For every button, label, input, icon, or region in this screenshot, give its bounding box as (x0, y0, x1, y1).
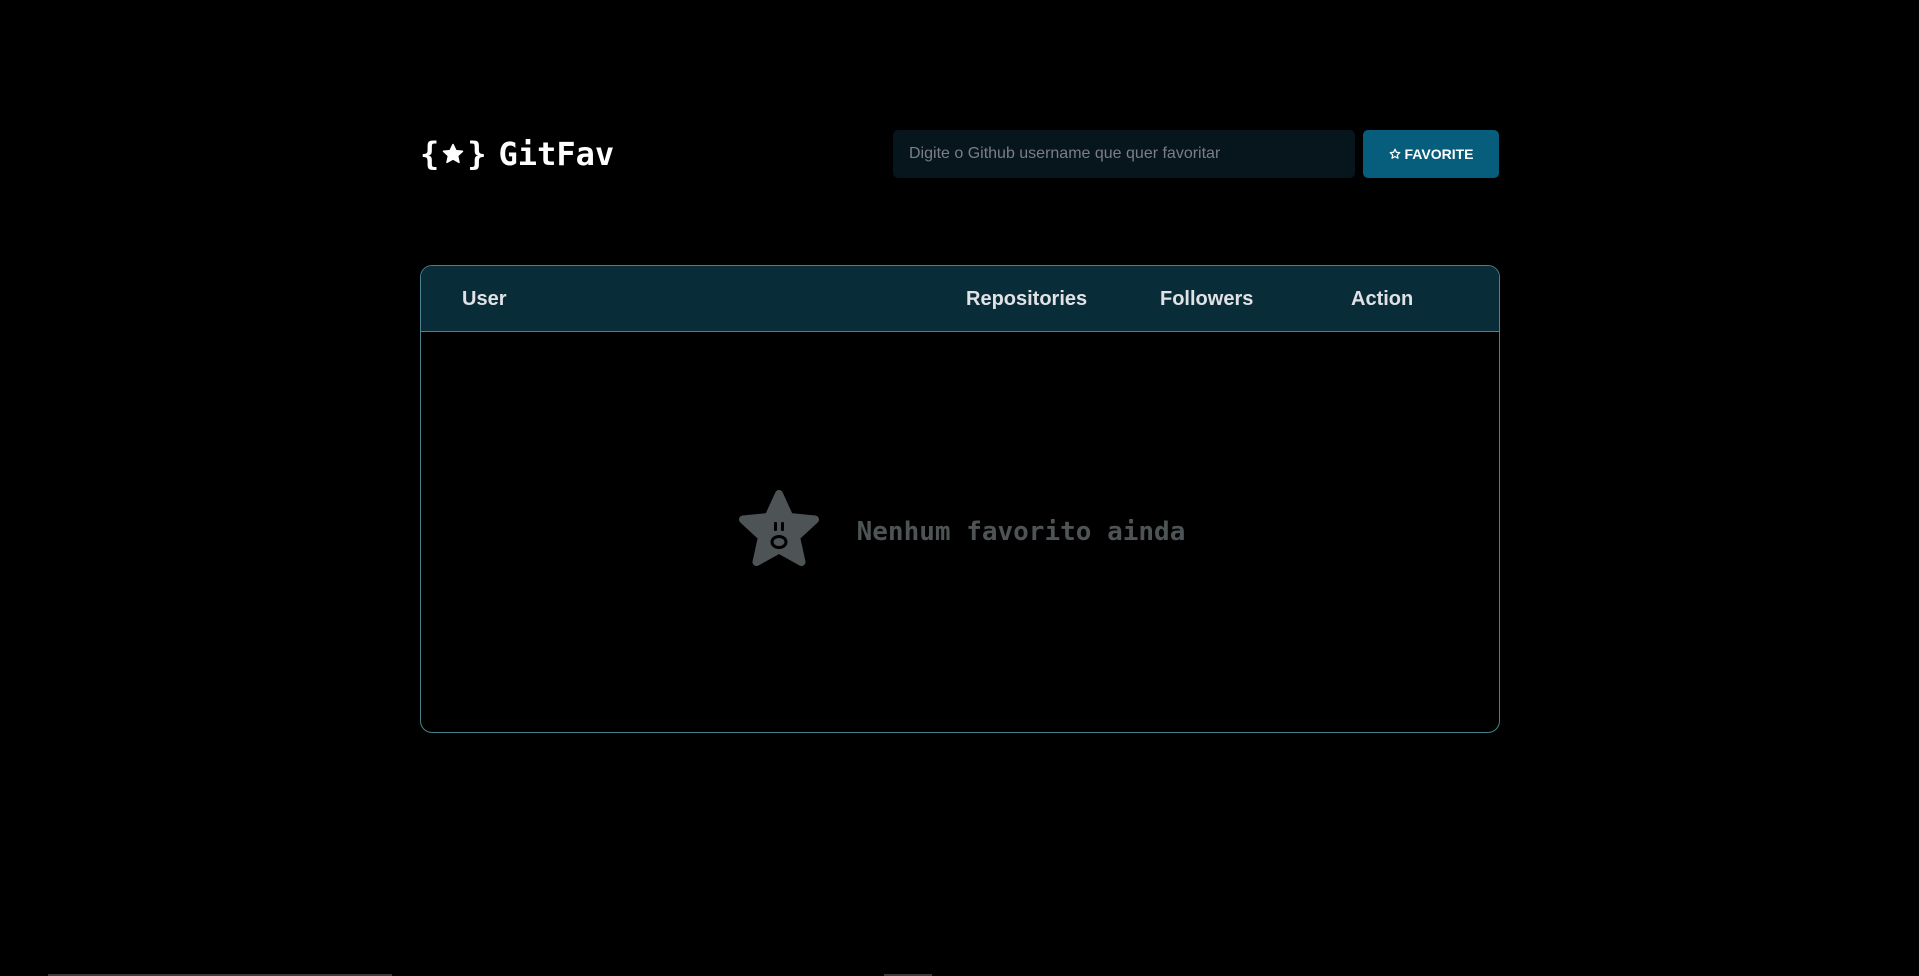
page: { } GitFav FAVORITE User Repositories Fo… (0, 0, 1919, 976)
column-header-followers: Followers (1160, 288, 1254, 310)
sad-star-icon (738, 490, 819, 566)
favorite-button[interactable]: FAVORITE (1363, 130, 1499, 178)
table-header: User Repositories Followers Action (421, 266, 1499, 332)
logo-brace-left: { (420, 135, 440, 173)
favorite-button-label: FAVORITE (1404, 146, 1474, 162)
column-header-repositories: Repositories (966, 288, 1088, 310)
favorites-table: User Repositories Followers Action Nenhu… (420, 265, 1500, 733)
column-header-user: User (462, 288, 507, 310)
empty-state-message: Nenhum favorito ainda (856, 517, 1186, 547)
star-icon (443, 143, 464, 164)
column-header-action: Action (1351, 288, 1414, 310)
search-input[interactable] (893, 130, 1355, 178)
star-icon (1389, 148, 1400, 159)
logo-text: GitFav (498, 135, 615, 173)
logo-mark: { } (420, 138, 487, 170)
empty-state: Nenhum favorito ainda (421, 332, 1499, 732)
app-logo: { } GitFav (420, 134, 614, 174)
logo-brace-right: } (467, 135, 487, 173)
